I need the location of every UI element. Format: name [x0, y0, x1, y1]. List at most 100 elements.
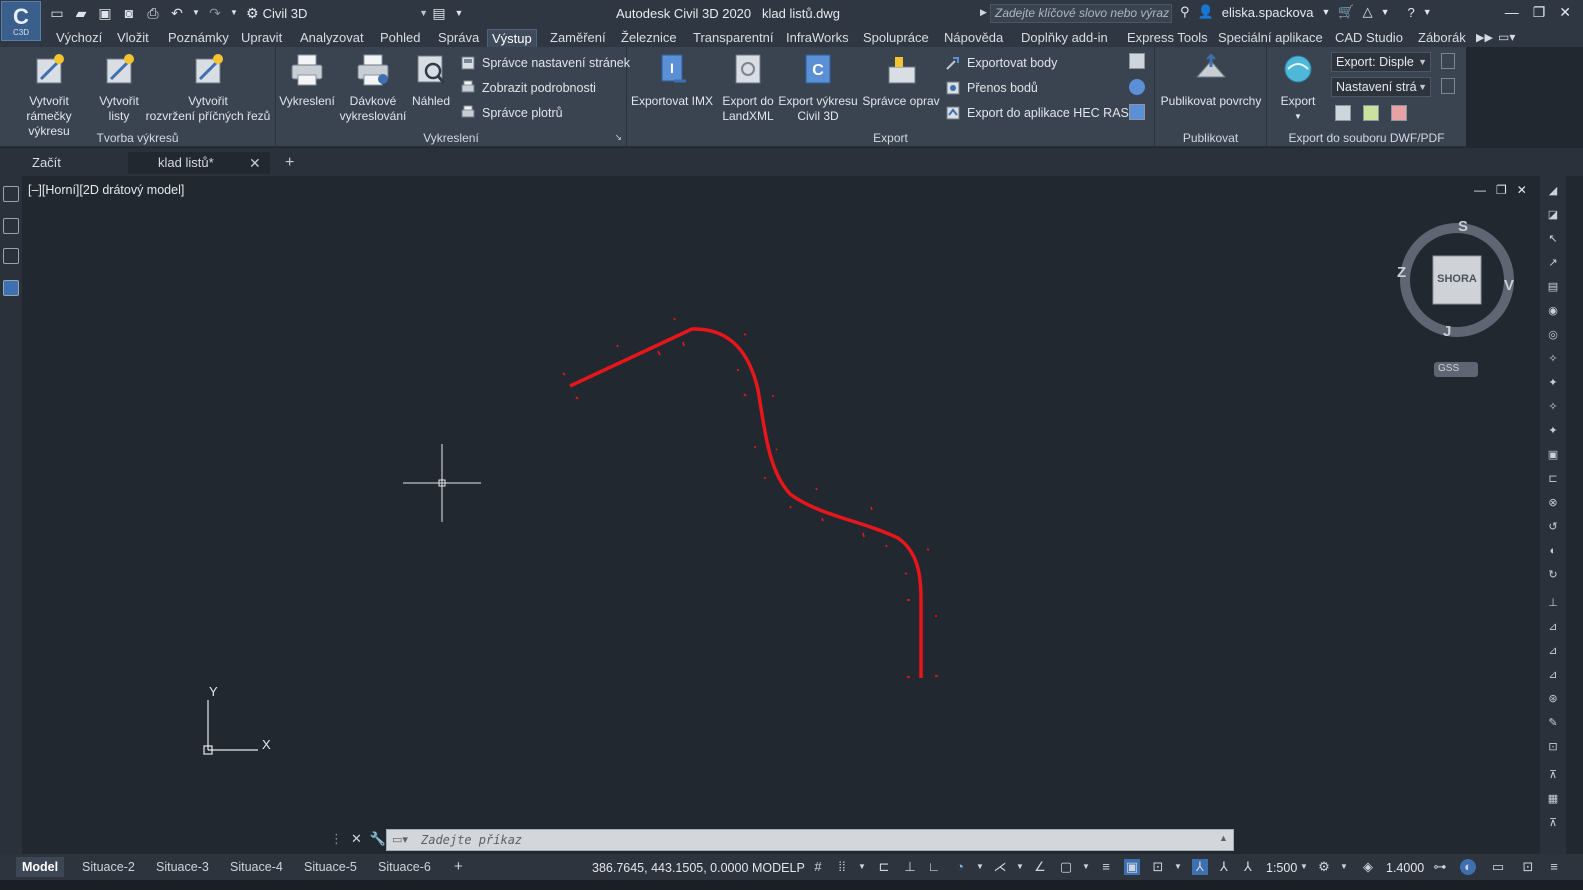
view-details-button[interactable]: Zobrazit podrobnosti	[460, 80, 596, 96]
undo-dropdown-icon[interactable]: ▼	[192, 4, 200, 22]
add-tab-icon[interactable]: +	[285, 152, 294, 174]
page-setup-manager-button[interactable]: Správce nastavení stránek	[460, 55, 630, 71]
tab-vlozit[interactable]: Vložit	[113, 29, 153, 46]
create-sheets-button[interactable]: Vytvořit listy	[92, 53, 146, 124]
workspace-selector[interactable]: ⚙ Civil 3D ▼	[246, 3, 428, 23]
tool-10-icon[interactable]: ✧	[1545, 400, 1561, 414]
wrench-icon[interactable]: 🔧	[370, 831, 386, 847]
tool-6-icon[interactable]: ◉	[1545, 304, 1561, 318]
ribbon-minimize-icon[interactable]: ▭▾	[1498, 30, 1515, 44]
export-dwfx-small-icon[interactable]	[1363, 105, 1379, 121]
workspace-dropdown-icon[interactable]: ▼	[1336, 859, 1352, 875]
create-section-layouts-button[interactable]: Vytvořit rozvržení příčných řezů	[143, 53, 273, 124]
alignment-line[interactable]	[569, 327, 923, 678]
object-snap-dropdown-icon[interactable]: ▼	[1078, 859, 1094, 875]
help-icon[interactable]: ?	[1408, 5, 1415, 20]
clean-screen-icon[interactable]: ⊡	[1520, 859, 1536, 875]
tool-11-icon[interactable]: ✦	[1545, 424, 1561, 438]
tool-3-icon[interactable]: ↖	[1545, 232, 1561, 246]
open-file-icon[interactable]: ▰	[72, 4, 90, 22]
tab-poznamky[interactable]: Poznámky	[164, 29, 233, 46]
tool-24-icon[interactable]: ⊡	[1545, 740, 1561, 754]
tool-27-icon[interactable]: ⊼	[1545, 816, 1561, 830]
export-display-combo[interactable]: Export: Disple ▼	[1331, 52, 1431, 72]
export-pdf-small-icon[interactable]	[1391, 105, 1407, 121]
tab-spoluprace[interactable]: Spolupráce	[859, 29, 933, 46]
exchange-dropdown-icon[interactable]: ▼	[1381, 7, 1390, 17]
selection-cycling-icon[interactable]: ⊡	[1150, 859, 1166, 875]
tool-12-icon[interactable]: ▣	[1545, 448, 1561, 462]
scale-dropdown-icon[interactable]: ▼	[1296, 859, 1312, 875]
tool-7-icon[interactable]: ◎	[1545, 328, 1561, 342]
viewport-close-icon[interactable]: ✕	[1517, 183, 1527, 197]
wcs-menu[interactable]: GSS	[1438, 363, 1459, 374]
workspace-gear-icon[interactable]: ⚙	[1316, 859, 1332, 875]
layout-tab-model[interactable]: Model	[16, 857, 65, 877]
tool-1-icon[interactable]: ◢	[1545, 184, 1561, 198]
create-view-frames-button[interactable]: Vytvořit rámečky výkresu	[4, 53, 94, 139]
snap-dropdown-icon[interactable]: ▼	[854, 859, 870, 875]
tab-doplnky[interactable]: Doplňky add-in	[1017, 29, 1112, 46]
tab-express-tools[interactable]: Express Tools	[1123, 29, 1212, 46]
command-history-icon[interactable]: ▲	[1219, 833, 1228, 843]
tool-15-icon[interactable]: ↺	[1545, 520, 1561, 534]
object-snap-icon[interactable]: ▢	[1058, 859, 1074, 875]
command-close-icon[interactable]: ✕	[351, 831, 362, 847]
add-layout-icon[interactable]: +	[448, 857, 469, 877]
compass-west-label[interactable]: Z	[1397, 264, 1406, 281]
cursor-coordinates[interactable]: 386.7645, 443.1505, 0.0000	[592, 861, 748, 875]
tab-vystup[interactable]: Výstup	[487, 29, 537, 47]
polar-dropdown-icon[interactable]: ▼	[972, 859, 988, 875]
restore-icon[interactable]: ❐	[1533, 4, 1546, 21]
viewport-controls-label[interactable]: [–][Horní][2D drátový model]	[28, 183, 184, 197]
tool-17-icon[interactable]: ↻	[1545, 568, 1561, 582]
tool-9-icon[interactable]: ✦	[1545, 376, 1561, 390]
layout-tab-situace-5[interactable]: Situace-5	[298, 857, 363, 877]
tab-zaborak[interactable]: Záborák	[1414, 29, 1470, 46]
search-input[interactable]: Zadejte klíčové slovo nebo výraz	[990, 4, 1172, 23]
tool-18-icon[interactable]: ⊥	[1545, 596, 1561, 610]
tool-13-icon[interactable]: ⊏	[1545, 472, 1561, 486]
application-menu-button[interactable]: C C3D	[1, 1, 41, 41]
tab-cad-studio[interactable]: CAD Studio	[1331, 29, 1407, 46]
cart-icon[interactable]: 🛒	[1338, 4, 1354, 20]
compass-east-label[interactable]: V	[1504, 277, 1514, 294]
tool-20-icon[interactable]: ⊿	[1545, 644, 1561, 658]
tool-14-icon[interactable]: ⊗	[1545, 496, 1561, 510]
object-snap-tracking-icon[interactable]: ∠	[1032, 859, 1048, 875]
isodraft-dropdown-icon[interactable]: ▼	[1012, 859, 1028, 875]
redo-icon[interactable]: ↷	[206, 4, 224, 22]
tab-napoveda[interactable]: Nápověda	[940, 29, 1007, 46]
layout-tab-situace-6[interactable]: Situace-6	[372, 857, 437, 877]
tab-infraworks[interactable]: InfraWorks	[782, 29, 853, 46]
help-dropdown-icon[interactable]: ▼	[1423, 7, 1432, 17]
corrections-manager-button[interactable]: Správce oprav	[861, 53, 941, 109]
plot-style-icon[interactable]: ▤	[430, 4, 448, 22]
tool-5-icon[interactable]: ▤	[1545, 280, 1561, 294]
panel-launcher-icon[interactable]: ↘	[614, 132, 622, 143]
layer-lineweight-icon[interactable]: ◈	[1360, 859, 1376, 875]
compass-north-label[interactable]: S	[1458, 218, 1468, 235]
tool-16-icon[interactable]: ◐	[1545, 544, 1561, 558]
export-points-button[interactable]: Exportovat body	[945, 55, 1057, 71]
save-icon[interactable]: ▣	[96, 4, 114, 22]
dynamic-input-icon[interactable]: ⊥	[902, 859, 918, 875]
lineweight-value[interactable]: 1.4000	[1386, 861, 1424, 875]
export-civil-drawing-button[interactable]: C Export výkresu Civil 3D	[777, 53, 859, 124]
plot-button[interactable]: Vykreslení	[278, 53, 336, 109]
tool-26-icon[interactable]: ▦	[1545, 792, 1561, 806]
tool-19-icon[interactable]: ⊿	[1545, 620, 1561, 634]
tool-4-icon[interactable]: ↗	[1545, 256, 1561, 270]
isodraft-icon[interactable]: ⋌	[992, 859, 1008, 875]
auto-scale-icon[interactable]: ⅄	[1216, 859, 1232, 875]
undo-icon[interactable]: ↶	[168, 4, 186, 22]
tool-22-icon[interactable]: ⊛	[1545, 692, 1561, 706]
quick-properties-icon[interactable]: ▭	[1490, 859, 1506, 875]
grid-icon[interactable]: #	[810, 859, 826, 875]
save-as-icon[interactable]: ◙	[120, 4, 138, 22]
model-space-toggle[interactable]: MODELP	[752, 861, 805, 875]
tab-pohled[interactable]: Pohled	[376, 29, 424, 46]
export-imx-button[interactable]: I Exportovat IMX	[629, 53, 715, 109]
binoculars-icon[interactable]: ⚲	[1180, 4, 1190, 20]
polar-tracking-icon[interactable]: ◔	[952, 859, 968, 875]
